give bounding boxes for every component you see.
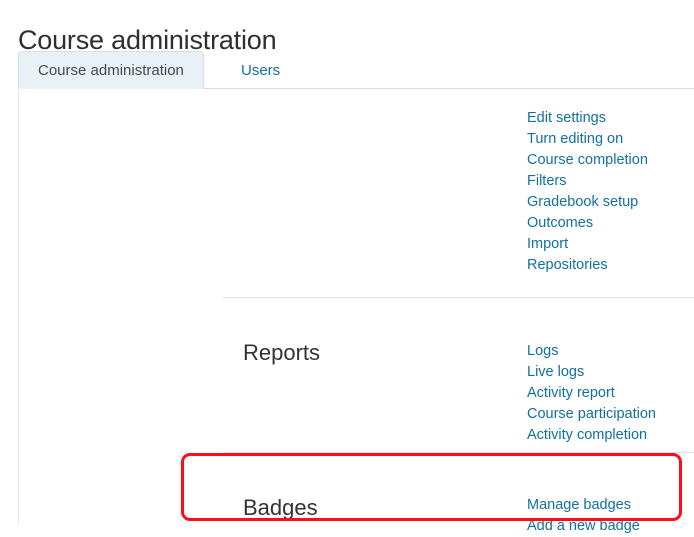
tab-course-administration[interactable]: Course administration <box>18 51 204 89</box>
link-activity-report[interactable]: Activity report <box>527 383 656 404</box>
list-item: Repositories <box>527 255 648 276</box>
list-item: Outcomes <box>527 213 648 234</box>
block-heading-badges: Badges <box>243 493 318 523</box>
link-turn-editing-on[interactable]: Turn editing on <box>527 129 648 150</box>
list-item: Logs <box>527 341 656 362</box>
link-outcomes[interactable]: Outcomes <box>527 213 648 234</box>
admin-block-reports: Reports Logs Live logs Activity report C… <box>223 297 694 318</box>
course-administration-link-list: Edit settings Turn editing on Course com… <box>527 108 648 276</box>
list-item: Live logs <box>527 362 656 383</box>
list-item: Import <box>527 234 648 255</box>
badges-link-list: Manage badges Add a new badge <box>527 495 640 537</box>
tab-bar: Course administration Users <box>18 51 694 89</box>
link-add-a-new-badge[interactable]: Add a new badge <box>527 516 640 537</box>
list-item: Manage badges <box>527 495 640 516</box>
list-item: Turn editing on <box>527 129 648 150</box>
block-heading-reports: Reports <box>243 338 320 368</box>
link-import[interactable]: Import <box>527 234 648 255</box>
link-activity-completion[interactable]: Activity completion <box>527 425 656 446</box>
list-item: Add a new badge <box>527 516 640 537</box>
admin-block-badges: Badges Manage badges Add a new badge <box>223 452 694 473</box>
reports-link-list: Logs Live logs Activity report Course pa… <box>527 341 656 446</box>
list-item: Edit settings <box>527 108 648 129</box>
list-item: Activity completion <box>527 425 656 446</box>
link-manage-badges[interactable]: Manage badges <box>527 495 640 516</box>
list-item: Course completion <box>527 150 648 171</box>
link-filters[interactable]: Filters <box>527 171 648 192</box>
tab-users[interactable]: Users <box>221 51 300 89</box>
link-gradebook-setup[interactable]: Gradebook setup <box>527 192 648 213</box>
link-repositories[interactable]: Repositories <box>527 255 648 276</box>
list-item: Filters <box>527 171 648 192</box>
course-administration-panel: Edit settings Turn editing on Course com… <box>18 89 694 525</box>
list-item: Course participation <box>527 404 656 425</box>
link-edit-settings[interactable]: Edit settings <box>527 108 648 129</box>
list-item: Activity report <box>527 383 656 404</box>
list-item: Gradebook setup <box>527 192 648 213</box>
link-live-logs[interactable]: Live logs <box>527 362 656 383</box>
link-course-participation[interactable]: Course participation <box>527 404 656 425</box>
link-course-completion[interactable]: Course completion <box>527 150 648 171</box>
link-logs[interactable]: Logs <box>527 341 656 362</box>
